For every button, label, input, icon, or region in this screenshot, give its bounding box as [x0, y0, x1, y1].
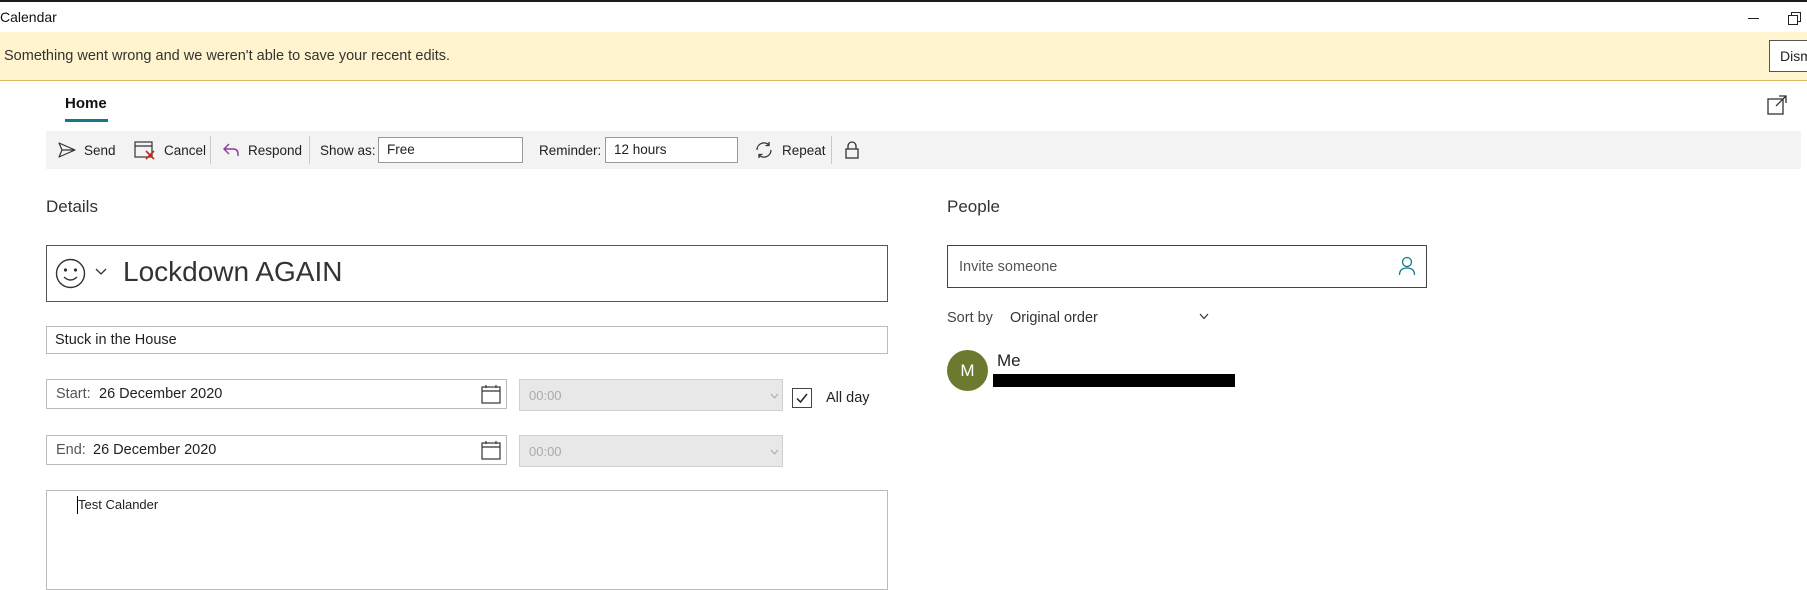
tab-home[interactable]: Home	[65, 95, 107, 112]
chevron-down-icon	[770, 449, 779, 455]
send-button[interactable]: Send	[58, 131, 116, 169]
emoji-icon[interactable]	[55, 258, 86, 289]
location-text: Stuck in the House	[55, 332, 177, 348]
send-icon	[58, 142, 76, 158]
repeat-icon	[756, 142, 772, 158]
toolbar-divider	[210, 136, 211, 164]
invite-field[interactable]	[947, 245, 1427, 288]
chevron-down-icon[interactable]	[1199, 313, 1209, 320]
restore-icon	[1787, 12, 1801, 25]
all-day-checkbox[interactable]	[792, 388, 812, 408]
repeat-label: Repeat	[782, 142, 826, 158]
end-label: End:	[56, 442, 86, 458]
reminder-label: Reminder:	[539, 142, 602, 158]
minimize-button[interactable]	[1736, 6, 1770, 30]
private-button[interactable]	[844, 131, 868, 169]
person-icon[interactable]	[1398, 256, 1416, 276]
attendee-name: Me	[997, 351, 1021, 370]
command-toolbar: Send Cancel Respond Show as: Free Remind…	[46, 131, 1801, 169]
cancel-calendar-icon	[134, 141, 155, 160]
reminder-select[interactable]: 12 hours	[605, 137, 738, 163]
respond-label: Respond	[248, 142, 303, 158]
checkmark-icon	[796, 393, 808, 404]
start-time-value: 00:00	[529, 388, 562, 403]
calendar-icon[interactable]	[481, 441, 501, 460]
end-time-select: 00:00	[519, 435, 783, 467]
chevron-down-icon	[770, 393, 779, 399]
show-as-label: Show as:	[320, 142, 376, 158]
minimize-icon	[1747, 17, 1759, 19]
start-time-select: 00:00	[519, 379, 783, 411]
title-bar: Calendar	[0, 0, 1807, 32]
start-label: Start:	[56, 386, 91, 402]
invite-input[interactable]	[948, 246, 1410, 287]
notes-editor[interactable]: Test Calander	[46, 490, 888, 590]
sort-by-label: Sort by	[947, 310, 993, 326]
start-date-value: 26 December 2020	[99, 386, 223, 402]
restore-button[interactable]	[1780, 6, 1807, 30]
notes-text: Test Calander	[78, 497, 159, 512]
avatar: M	[947, 350, 988, 391]
attendee-email-redacted	[993, 374, 1235, 387]
popout-icon[interactable]	[1766, 94, 1788, 116]
end-date-picker[interactable]: End: 26 December 2020	[46, 435, 507, 465]
toolbar-divider	[831, 136, 832, 164]
cancel-button[interactable]: Cancel	[134, 131, 206, 169]
reply-icon	[223, 143, 239, 156]
show-as-select[interactable]: Free	[378, 137, 523, 163]
error-banner: Something went wrong and we weren't able…	[0, 32, 1807, 81]
people-heading: People	[947, 197, 1000, 216]
location-field[interactable]: Stuck in the House	[46, 326, 888, 354]
sort-order-dropdown[interactable]: Original order	[1010, 310, 1098, 326]
subject-text: Lockdown AGAIN	[123, 256, 343, 287]
calendar-icon[interactable]	[481, 385, 501, 404]
details-heading: Details	[46, 197, 98, 216]
lock-icon	[845, 141, 859, 159]
start-date-picker[interactable]: Start: 26 December 2020	[46, 379, 507, 409]
repeat-button[interactable]: Repeat	[754, 131, 826, 169]
active-tab-indicator	[65, 119, 108, 122]
chevron-down-icon[interactable]	[95, 268, 107, 276]
window-title: Calendar	[0, 9, 57, 25]
send-label: Send	[84, 142, 116, 158]
subject-field[interactable]: Lockdown AGAIN	[46, 245, 888, 302]
banner-message: Something went wrong and we weren't able…	[4, 48, 451, 64]
end-date-value: 26 December 2020	[93, 442, 217, 458]
cancel-label: Cancel	[164, 142, 207, 158]
toolbar-divider	[309, 136, 310, 164]
dismiss-button[interactable]: Dismiss	[1769, 40, 1807, 72]
all-day-label: All day	[826, 390, 870, 406]
end-time-value: 00:00	[529, 444, 562, 459]
respond-button[interactable]: Respond	[222, 131, 302, 169]
